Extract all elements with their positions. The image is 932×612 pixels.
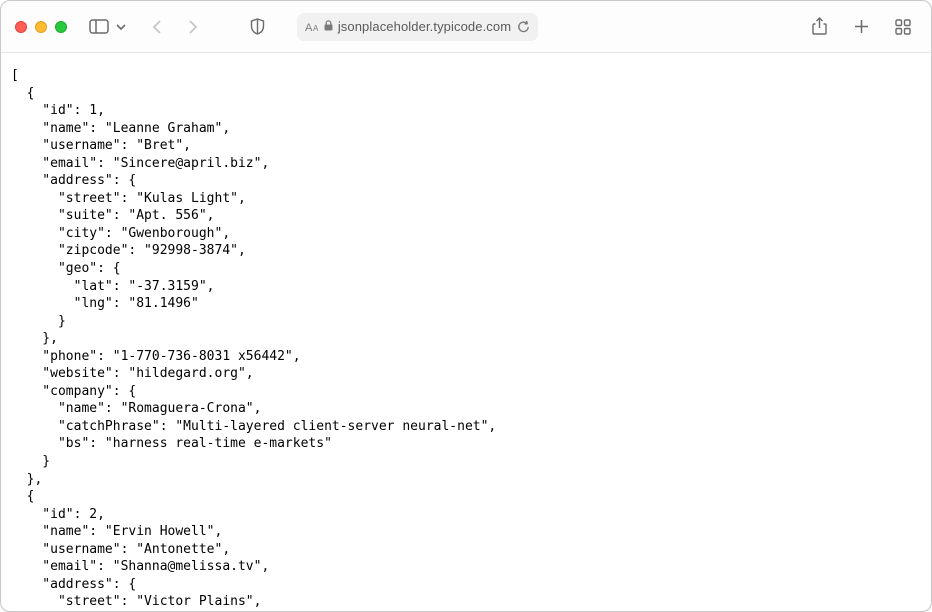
address-bar[interactable]: A A jsonplaceholder.typicode.com (297, 13, 538, 41)
plus-icon (854, 19, 869, 34)
page-content: [ { "id": 1, "name": "Leanne Graham", "u… (1, 53, 931, 611)
fullscreen-window-button[interactable] (55, 21, 67, 33)
share-icon (812, 17, 827, 36)
share-button[interactable] (805, 14, 833, 40)
chevron-down-icon (116, 24, 126, 30)
url-text: jsonplaceholder.typicode.com (338, 19, 511, 34)
back-button[interactable] (143, 14, 171, 40)
window-controls (15, 21, 67, 33)
reload-button[interactable] (517, 20, 530, 34)
sidebar-icon (89, 19, 109, 34)
json-response-body[interactable]: [ { "id": 1, "name": "Leanne Graham", "u… (11, 67, 921, 611)
reader-format-button[interactable]: A A (305, 21, 321, 33)
tab-group-menu-button[interactable] (113, 14, 129, 40)
svg-text:A: A (305, 22, 313, 33)
sidebar-toggle-button[interactable] (85, 14, 113, 40)
svg-text:A: A (313, 24, 319, 33)
text-format-icon: A A (305, 21, 321, 33)
new-tab-button[interactable] (847, 14, 875, 40)
grid-icon (895, 19, 911, 35)
shield-icon (250, 18, 265, 35)
minimize-window-button[interactable] (35, 21, 47, 33)
address-bar-content: jsonplaceholder.typicode.com (324, 19, 511, 34)
close-window-button[interactable] (15, 21, 27, 33)
chevron-left-icon (152, 19, 162, 35)
privacy-report-button[interactable] (243, 14, 271, 40)
lock-icon (324, 19, 333, 34)
reload-icon (517, 20, 530, 34)
safari-window: A A jsonplaceholder.typicode.com (0, 0, 932, 612)
forward-button[interactable] (179, 14, 207, 40)
tab-overview-button[interactable] (889, 14, 917, 40)
chevron-right-icon (188, 19, 198, 35)
toolbar: A A jsonplaceholder.typicode.com (1, 1, 931, 53)
